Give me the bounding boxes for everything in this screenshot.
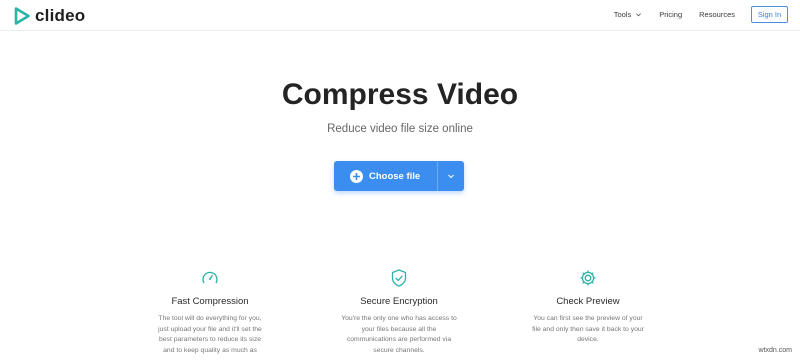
- choose-file-button[interactable]: Choose file: [334, 161, 464, 191]
- gear-icon: [580, 270, 596, 286]
- shield-check-icon: [391, 269, 407, 287]
- nav-tools-label: Tools: [613, 10, 632, 19]
- feature-desc-line: just upload your file and it'll set the: [158, 325, 262, 333]
- nav-tools[interactable]: Tools: [614, 10, 643, 19]
- feature-desc-line: file and only then save it back to your: [532, 325, 644, 333]
- feature-title: Fast Compression: [171, 296, 249, 307]
- choose-file-main[interactable]: Choose file: [334, 161, 437, 191]
- feature-desc-line: You're the only one who has access to: [341, 315, 457, 322]
- feature-desc: You're the only one who has access to yo…: [309, 314, 489, 356]
- chevron-down-icon: [636, 13, 642, 17]
- top-nav: Tools Pricing Resources Sign In: [597, 6, 788, 23]
- watermark: wtxdn.com: [758, 347, 792, 354]
- feature-desc-line: device.: [577, 336, 599, 343]
- feature-desc-line: You can first see the preview of your: [533, 315, 643, 322]
- nav-resources[interactable]: Resources: [699, 10, 735, 19]
- chevron-down-icon: [448, 174, 454, 179]
- feature-desc-line: your files because all the: [361, 325, 437, 333]
- feature-fast-compression: Fast Compression The tool will do everyt…: [120, 268, 300, 356]
- play-logo-icon: [14, 7, 30, 25]
- feature-secure-encryption: Secure Encryption You're the only one wh…: [309, 268, 489, 356]
- feature-check-preview: Check Preview You can first see the prev…: [498, 268, 678, 346]
- feature-desc: The tool will do everything for you, jus…: [120, 314, 300, 356]
- page-subtitle: Reduce video file size online: [327, 123, 473, 135]
- feature-desc-line: The tool will do everything for you,: [158, 315, 262, 322]
- logo-text: clideo: [35, 6, 86, 25]
- plus-icon: [350, 169, 363, 183]
- feature-desc-line: and to keep quality as much as: [163, 346, 257, 354]
- logo[interactable]: clideo: [14, 6, 85, 26]
- feature-title: Secure Encryption: [360, 296, 438, 307]
- feature-desc: You can first see the preview of your fi…: [498, 314, 678, 346]
- feature-desc-line: best parameters to reduce its size: [159, 336, 261, 343]
- gauge-icon: [202, 271, 218, 284]
- page-title: Compress Video: [281, 78, 519, 111]
- choose-file-dropdown[interactable]: [437, 161, 464, 191]
- feature-desc-line: communications are performed via: [346, 336, 452, 343]
- sign-in-button[interactable]: Sign In: [751, 6, 788, 23]
- feature-desc-line: secure channels.: [373, 346, 425, 354]
- choose-file-label: Choose file: [369, 170, 421, 182]
- nav-pricing[interactable]: Pricing: [659, 10, 682, 19]
- feature-title: Check Preview: [556, 296, 620, 307]
- top-header: clideo Tools Pricing Resources Sign In: [0, 0, 800, 31]
